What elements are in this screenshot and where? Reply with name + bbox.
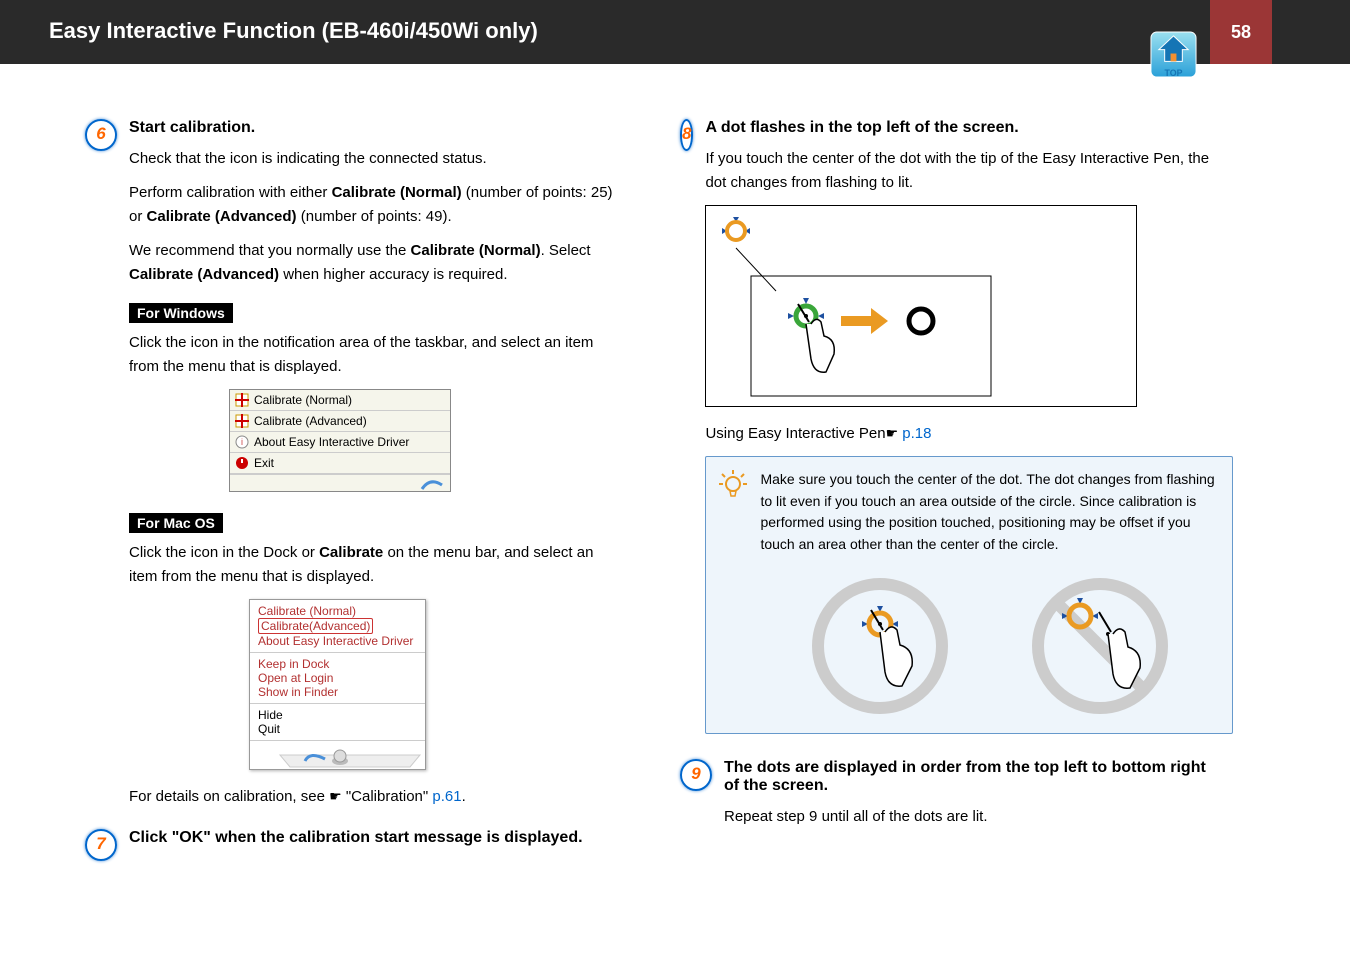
- mac-instruction: Click the icon in the Dock or Calibrate …: [129, 541, 625, 589]
- calibration-details: For details on calibration, see ☛ "Calib…: [129, 785, 625, 809]
- step-6-p1: Check that the icon is indicating the co…: [129, 147, 625, 171]
- pen-reference: Using Easy Interactive Pen☛ p.18: [705, 422, 1233, 446]
- page-header: Easy Interactive Function (EB-460i/450Wi…: [0, 0, 1350, 64]
- step-8-p1: If you touch the center of the dot with …: [705, 147, 1233, 195]
- step-6-p3: We recommend that you normally use the C…: [129, 239, 625, 287]
- link-p18[interactable]: p.18: [902, 425, 931, 442]
- tip-box: Make sure you touch the center of the do…: [705, 456, 1233, 734]
- pointer-icon: ☛: [329, 788, 342, 804]
- mac-menu-figure: Calibrate (Normal) Calibrate(Advanced) A…: [249, 599, 426, 770]
- right-column: 8 A dot flashes in the top left of the s…: [680, 119, 1220, 871]
- page-title: Easy Interactive Function (EB-460i/450Wi…: [49, 18, 538, 44]
- tip-figure: [760, 566, 1220, 721]
- pointer-icon: ☛: [886, 425, 899, 441]
- step-7-badge: 7: [85, 829, 117, 861]
- step-6-p2: Perform calibration with either Calibrat…: [129, 181, 625, 229]
- win-instruction: Click the icon in the notification area …: [129, 331, 625, 379]
- windows-menu-figure: Calibrate (Normal) Calibrate (Advanced) …: [229, 389, 451, 492]
- left-column: 6 Start calibration. Check that the icon…: [85, 119, 625, 871]
- step-7-title: Click "OK" when the calibration start me…: [129, 829, 625, 847]
- page-number: 58: [1210, 0, 1272, 64]
- link-p61[interactable]: p.61: [432, 788, 461, 805]
- lightbulb-icon: [718, 469, 748, 721]
- for-windows-label: For Windows: [129, 303, 233, 323]
- svg-text:TOP: TOP: [1165, 68, 1183, 78]
- step-9-p1: Repeat step 9 until all of the dots are …: [724, 805, 1220, 829]
- step-9-badge: 9: [680, 759, 712, 791]
- tip-text: Make sure you touch the center of the do…: [760, 469, 1220, 556]
- svg-text:i: i: [241, 437, 243, 447]
- for-mac-label: For Mac OS: [129, 513, 223, 533]
- step-8-title: A dot flashes in the top left of the scr…: [705, 119, 1233, 137]
- home-top-icon[interactable]: TOP: [1149, 30, 1198, 79]
- dot-touch-figure: [705, 205, 1137, 407]
- step-6-title: Start calibration.: [129, 119, 625, 137]
- step-6-badge: 6: [85, 119, 117, 151]
- step-9-title: The dots are displayed in order from the…: [724, 759, 1220, 795]
- step-8-badge: 8: [680, 119, 693, 151]
